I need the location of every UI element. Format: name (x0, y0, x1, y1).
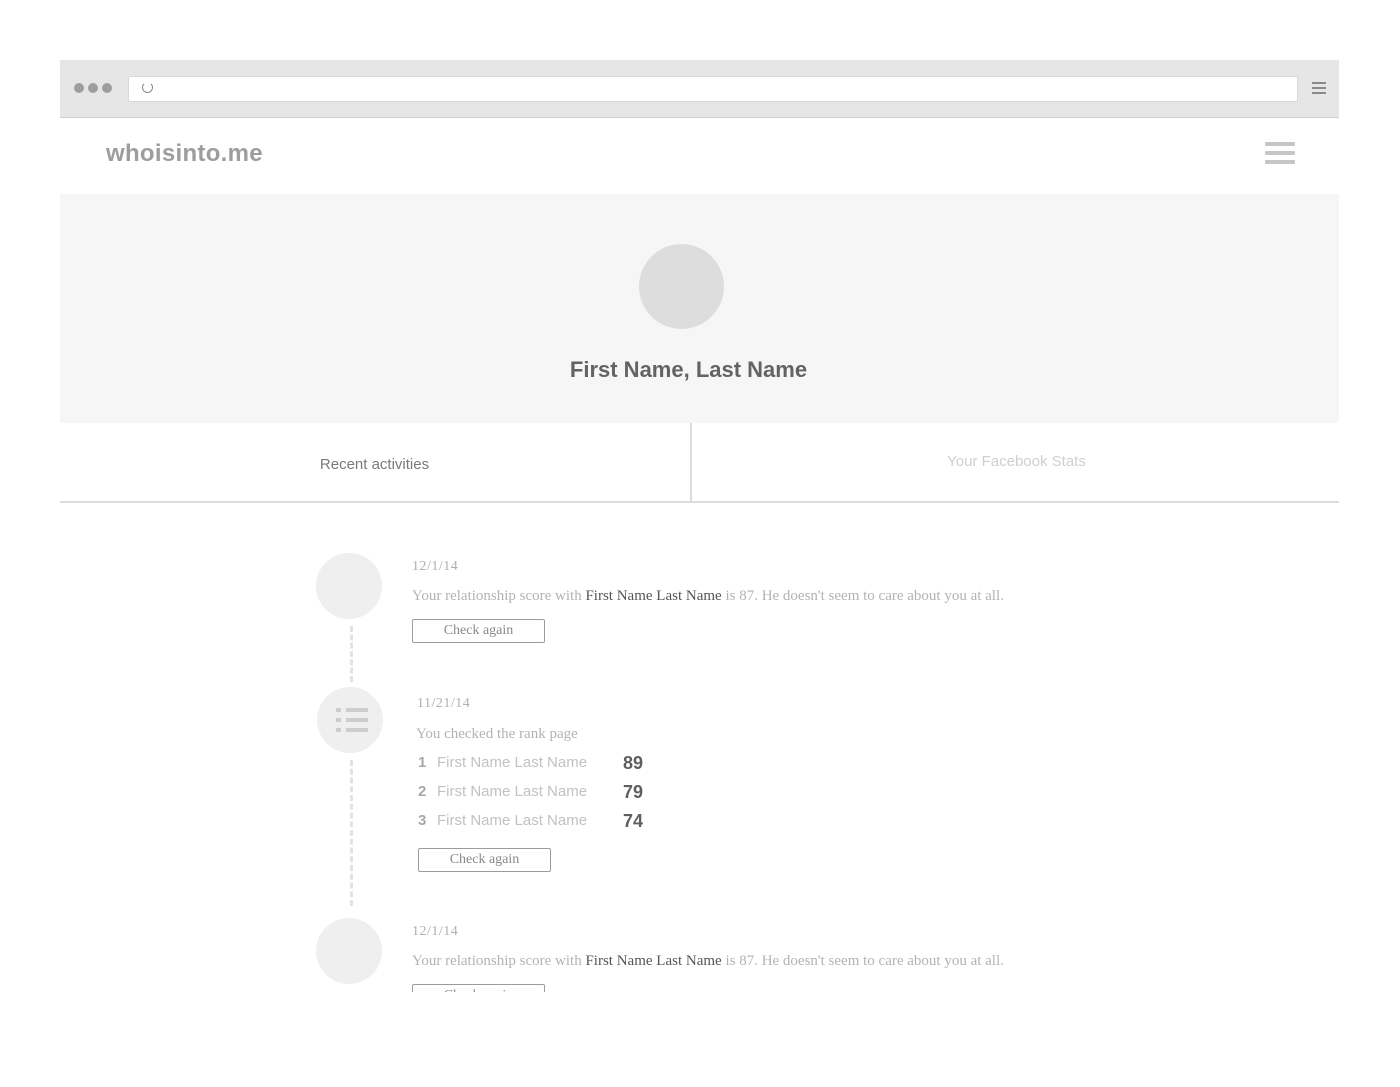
profile-name: First Name, Last Name (569, 357, 808, 382)
window-dot-close[interactable] (74, 83, 84, 93)
profile-header: First Name, Last Name (60, 194, 1339, 423)
activity-text: You checked the rank page (416, 726, 578, 742)
rank-row[interactable]: 1 First Name Last Name 89 (418, 753, 718, 776)
tab-label: Recent activities (319, 456, 430, 473)
rank-score: 89 (623, 753, 644, 773)
check-again-button[interactable]: Check again (412, 619, 545, 643)
activity-avatar (316, 918, 382, 984)
activity-date: 12/1/14 (412, 924, 459, 939)
address-bar[interactable] (128, 76, 1298, 102)
tab-label: Your Facebook Stats (947, 453, 1086, 470)
browser-toolbar (60, 60, 1339, 118)
rank-number: 2 (418, 783, 427, 800)
activity-person-name[interactable]: First Name Last Name (585, 588, 721, 604)
check-again-button[interactable]: Check again (418, 848, 551, 872)
activity-text-before: Your relationship score with (412, 953, 582, 969)
activity-text-before: Your relationship score with (412, 588, 582, 604)
rank-row[interactable]: 3 First Name Last Name 74 (418, 811, 718, 834)
hamburger-menu-icon[interactable] (1265, 142, 1295, 169)
activity-text: Your relationship score with First Name … (412, 953, 1004, 970)
activity-avatar (316, 553, 382, 619)
site-logo[interactable]: whoisinto.me (106, 140, 263, 168)
activity-text-after: is 87. He doesn't seem to care about you… (725, 953, 1004, 969)
tab-facebook-stats[interactable]: Your Facebook Stats (690, 423, 1339, 501)
activity-person-name[interactable]: First Name Last Name (585, 953, 721, 969)
activity-icon-badge (317, 687, 383, 753)
list-icon (336, 708, 368, 732)
rank-score: 74 (623, 811, 644, 831)
browser-menu-icon[interactable] (1312, 82, 1326, 97)
timeline-connector (350, 626, 353, 682)
tab-recent-activities[interactable]: Recent activities (60, 423, 689, 501)
avatar (639, 244, 724, 329)
check-again-button[interactable]: Check again (412, 984, 545, 992)
tab-bar: Recent activities Your Facebook Stats (60, 423, 1339, 503)
rank-score: 79 (623, 782, 644, 802)
rank-number: 3 (418, 812, 427, 829)
rank-name: First Name Last Name (437, 783, 588, 800)
window-dot-maximize[interactable] (102, 83, 112, 93)
activity-date: 12/1/14 (412, 559, 459, 574)
rank-name: First Name Last Name (437, 754, 588, 771)
timeline-connector (350, 760, 353, 906)
rank-row[interactable]: 2 First Name Last Name 79 (418, 782, 718, 805)
rank-name: First Name Last Name (437, 812, 588, 829)
window-dot-minimize[interactable] (88, 83, 98, 93)
reload-icon[interactable] (142, 82, 153, 93)
activity-date: 11/21/14 (417, 696, 471, 711)
activity-text-after: is 87. He doesn't seem to care about you… (725, 588, 1004, 604)
activity-text: Your relationship score with First Name … (412, 588, 1004, 605)
window-controls (74, 83, 112, 93)
rank-number: 1 (418, 754, 427, 771)
browser-window: whoisinto.me First Name, Last Name Recen… (60, 60, 1339, 992)
